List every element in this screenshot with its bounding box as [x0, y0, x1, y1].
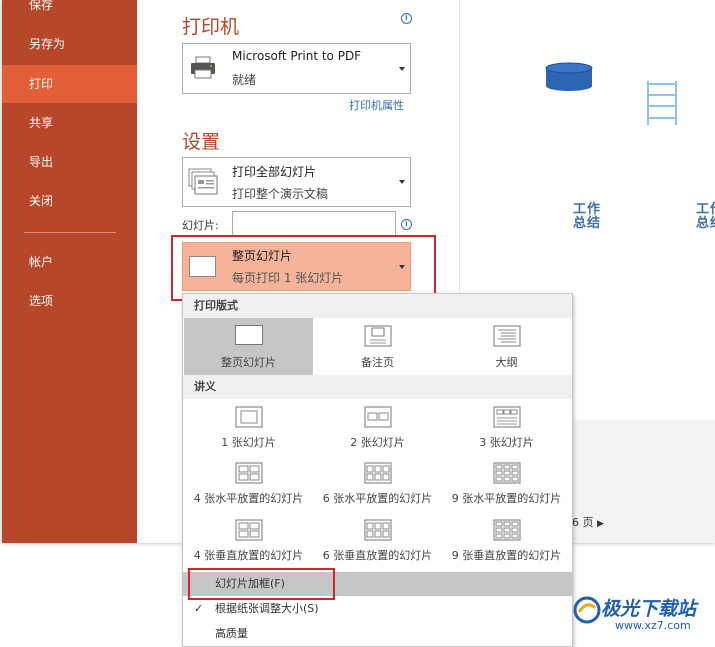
option-label: 3 张幻灯片 [479, 436, 534, 449]
option-label: 9 张水平放置的幻灯片 [451, 492, 562, 505]
option-handout-4-vertical[interactable]: 4 张垂直放置的幻灯片 [184, 512, 313, 568]
option-label: 2 张幻灯片 [350, 436, 405, 449]
slides-info-icon[interactable]: i [401, 219, 412, 230]
option-scale-to-fit[interactable]: ✓ 根据纸张调整大小(S) [183, 597, 572, 621]
sidebar-item-account[interactable]: 帐户 [2, 243, 137, 281]
sidebar-item-print[interactable]: 打印 [2, 65, 137, 103]
watermark: 极光下载站 www.xz7.com [571, 590, 711, 638]
handout-9-horizontal-icon [493, 462, 521, 488]
chevron-down-icon [399, 66, 405, 71]
notes-page-icon [364, 325, 392, 351]
page-count: 6 页 ▶ [572, 514, 604, 530]
printer-dropdown[interactable]: Microsoft Print to PDF 就绪 [182, 43, 411, 94]
option-handout-6-horizontal[interactable]: 6 张水平放置的幻灯片 [313, 455, 442, 511]
option-full-page-slides[interactable]: 整页幻灯片 [184, 318, 313, 375]
slides-input[interactable] [232, 211, 396, 237]
option-label: 整页幻灯片 [221, 356, 276, 369]
annotation-box-layout [171, 235, 436, 301]
print-range-subtitle: 打印整个演示文稿 [232, 187, 329, 201]
sidebar-item-close[interactable]: 关闭 [2, 182, 137, 220]
watermark-text: 极光下载站 [601, 598, 697, 620]
sidebar-item-save[interactable]: 保存 [2, 0, 137, 24]
sidebar-item-options[interactable]: 选项 [2, 282, 137, 320]
option-label: 6 张垂直放置的幻灯片 [322, 549, 433, 562]
slides-stack-icon [188, 168, 218, 200]
option-outline[interactable]: 大纲 [442, 318, 571, 375]
sidebar-divider [24, 232, 116, 233]
chevron-down-icon [399, 180, 405, 184]
option-label: 大纲 [495, 356, 518, 369]
handout-3-icon [493, 406, 521, 432]
option-label: 根据纸张调整大小(S) [215, 602, 319, 615]
annotation-box-frame [188, 568, 335, 600]
sidebar-item-export[interactable]: 导出 [2, 143, 137, 181]
handout-6-horizontal-icon [364, 462, 392, 488]
next-page-icon[interactable]: ▶ [597, 519, 604, 529]
handout-9-vertical-icon [493, 519, 521, 545]
option-high-quality[interactable]: 高质量 [183, 622, 572, 646]
slides-label: 幻灯片: [182, 219, 219, 232]
shelf-shape [645, 80, 679, 130]
checkmark-icon: ✓ [194, 602, 204, 615]
outline-icon [493, 325, 521, 351]
option-handout-4-horizontal[interactable]: 4 张水平放置的幻灯片 [184, 455, 313, 511]
print-range-dropdown[interactable]: 打印全部幻灯片 打印整个演示文稿 [182, 157, 411, 207]
printer-icon [190, 56, 216, 84]
printer-info-icon[interactable]: i [401, 13, 412, 24]
option-notes-page[interactable]: 备注页 [313, 318, 442, 375]
printer-status: 就绪 [232, 73, 257, 87]
option-label: 1 张幻灯片 [221, 436, 276, 449]
preview-text: 工作 总结 [573, 202, 602, 231]
option-label: 4 张垂直放置的幻灯片 [193, 549, 304, 562]
option-handout-2[interactable]: 2 张幻灯片 [313, 399, 442, 455]
printer-properties-link[interactable]: 打印机属性 [349, 97, 404, 113]
preview-text: 工作 总结 [696, 202, 715, 231]
printer-heading: 打印机 [182, 16, 240, 38]
handout-4-horizontal-icon [235, 462, 263, 488]
print-range-title: 打印全部幻灯片 [232, 165, 317, 179]
option-handout-9-horizontal[interactable]: 9 张水平放置的幻灯片 [442, 455, 571, 511]
option-handout-3[interactable]: 3 张幻灯片 [442, 399, 571, 455]
settings-heading: 设置 [182, 131, 221, 153]
handout-1-icon [235, 406, 263, 432]
option-handout-1[interactable]: 1 张幻灯片 [184, 399, 313, 455]
handout-6-vertical-icon [364, 519, 392, 545]
handout-2-icon [364, 406, 392, 432]
database-shape [545, 62, 593, 96]
watermark-url: www.xz7.com [615, 619, 691, 632]
page-count-text: 6 页 [572, 516, 594, 529]
option-label: 6 张水平放置的幻灯片 [322, 492, 433, 505]
watermark-logo-icon [573, 596, 601, 628]
option-label: 4 张水平放置的幻灯片 [193, 492, 304, 505]
option-handout-6-vertical[interactable]: 6 张垂直放置的幻灯片 [313, 512, 442, 568]
sidebar-item-save-as[interactable]: 另存为 [2, 25, 137, 63]
menu-section-print-layout: 打印版式 [183, 294, 572, 318]
option-label: 备注页 [361, 356, 394, 369]
handout-4-vertical-icon [235, 519, 263, 545]
full-page-slide-icon [234, 325, 263, 345]
menu-section-handouts: 讲义 [183, 375, 572, 399]
option-handout-9-vertical[interactable]: 9 张垂直放置的幻灯片 [442, 512, 571, 568]
backstage-sidebar: 保存 另存为 打印 共享 导出 关闭 帐户 选项 [2, 0, 137, 543]
printer-name: Microsoft Print to PDF [232, 49, 362, 63]
option-label: 9 张垂直放置的幻灯片 [451, 549, 562, 562]
sidebar-item-share[interactable]: 共享 [2, 104, 137, 142]
